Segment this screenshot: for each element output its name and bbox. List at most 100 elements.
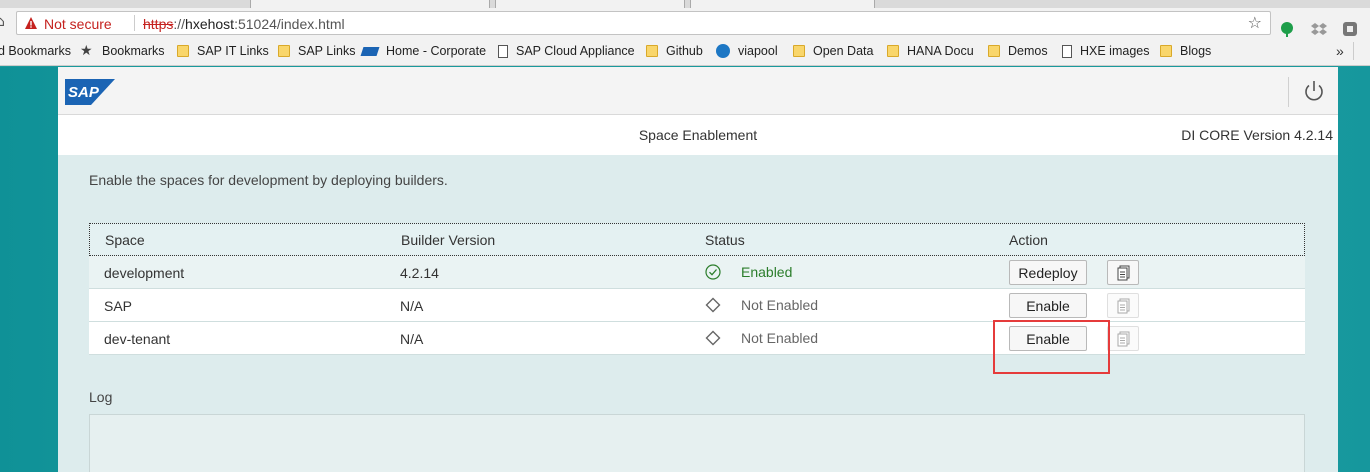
bookmark-label: Demos bbox=[1008, 44, 1048, 58]
space-name: development bbox=[104, 265, 185, 281]
highlight-annotation bbox=[993, 320, 1110, 374]
dropbox-icon[interactable] bbox=[1311, 21, 1327, 37]
bookmark-label: Blogs bbox=[1180, 44, 1212, 58]
bookmark-item[interactable]: Github bbox=[646, 44, 703, 58]
star-icon: ★ bbox=[80, 43, 93, 59]
bookmark-label: Github bbox=[666, 44, 703, 58]
document-icon bbox=[1117, 265, 1130, 281]
sap-logo-icon bbox=[360, 46, 380, 56]
bookmark-label: SAP Cloud Appliance bbox=[516, 44, 635, 58]
viapool-icon bbox=[716, 44, 730, 58]
column-header-action: Action bbox=[1009, 232, 1048, 248]
log-output[interactable] bbox=[89, 414, 1305, 472]
builder-version: 4.2.14 bbox=[400, 265, 439, 281]
table-row: development 4.2.14 Enabled Redeploy bbox=[89, 256, 1305, 289]
browser-tab[interactable] bbox=[690, 0, 875, 8]
bookmark-item[interactable]: SAP Links bbox=[278, 44, 355, 58]
bookmark-label: Open Data bbox=[813, 44, 874, 58]
diamond-icon bbox=[705, 297, 721, 313]
warning-icon bbox=[25, 17, 37, 29]
copy-log-button[interactable] bbox=[1107, 293, 1139, 318]
app-container: SAP Space Enablement DI CORE Version 4.2… bbox=[58, 67, 1338, 472]
security-status[interactable]: Not secure bbox=[44, 16, 112, 32]
builder-version: N/A bbox=[400, 331, 424, 347]
page-icon bbox=[1062, 44, 1072, 58]
folder-icon bbox=[988, 45, 1000, 57]
bookmark-label: Home - Corporate bbox=[386, 44, 487, 58]
bookmark-item[interactable]: Demos bbox=[988, 44, 1048, 58]
url-path: :51024/index.html bbox=[234, 16, 345, 32]
intro-text: Enable the spaces for development by dep… bbox=[89, 172, 448, 188]
bookmark-label: HANA Docu bbox=[907, 44, 974, 58]
bookmark-item[interactable]: Open Data bbox=[793, 44, 873, 58]
browser-tab[interactable] bbox=[495, 0, 685, 8]
folder-icon bbox=[177, 45, 189, 57]
page-title: Space Enablement bbox=[638, 127, 758, 143]
column-header-space: Space bbox=[105, 232, 145, 248]
folder-icon bbox=[793, 45, 805, 57]
bookmark-label: Bookmarks bbox=[102, 44, 165, 58]
sub-header: Space Enablement DI CORE Version 4.2.14 bbox=[58, 115, 1338, 155]
column-header-status: Status bbox=[705, 232, 745, 248]
bookmark-label: HXE images bbox=[1080, 44, 1150, 58]
home-icon[interactable]: ⌂ bbox=[0, 14, 5, 30]
bookmark-item[interactable]: Home - Corporate bbox=[360, 44, 487, 58]
sap-logo-text: SAP bbox=[68, 84, 100, 101]
omnibox-separator bbox=[134, 15, 135, 31]
space-name: dev-tenant bbox=[104, 331, 171, 347]
builder-version: N/A bbox=[400, 298, 424, 314]
copy-log-button[interactable] bbox=[1107, 260, 1139, 285]
status-text: Enabled bbox=[741, 264, 793, 280]
bookmarks-overflow-chevron[interactable]: » bbox=[1336, 43, 1344, 59]
enable-button[interactable]: Enable bbox=[1009, 293, 1087, 318]
folder-icon bbox=[278, 45, 290, 57]
url-host: hxehost bbox=[185, 16, 235, 32]
folder-icon bbox=[1160, 45, 1172, 57]
browser-tab[interactable] bbox=[250, 0, 490, 8]
shell-divider bbox=[1288, 77, 1289, 107]
bookmarks-bar: d Bookmarks ★ Bookmarks SAP IT Links SAP … bbox=[0, 38, 1370, 66]
bookmark-item[interactable]: Blogs bbox=[1160, 44, 1211, 58]
shell-bar: SAP bbox=[58, 67, 1338, 115]
diamond-icon bbox=[705, 330, 721, 346]
extension-green-icon[interactable] bbox=[1279, 21, 1295, 37]
version-label: DI CORE Version 4.2.14 bbox=[1181, 127, 1333, 143]
bookmark-star-icon[interactable]: ☆ bbox=[1248, 13, 1262, 32]
bookmark-item[interactable]: HXE images bbox=[1062, 44, 1149, 58]
bookmark-label: SAP Links bbox=[298, 44, 356, 58]
check-circle-icon bbox=[705, 264, 721, 280]
bookmark-item[interactable]: SAP Cloud Appliance bbox=[498, 44, 635, 58]
address-bar: ⌂ Not secure https://hxehost:51024/index… bbox=[0, 8, 1370, 38]
bookmark-item[interactable]: d Bookmarks bbox=[0, 44, 71, 58]
status-text: Not Enabled bbox=[741, 297, 819, 313]
document-icon bbox=[1117, 331, 1130, 347]
bookmark-label: SAP IT Links bbox=[197, 44, 269, 58]
bookmark-item[interactable]: SAP IT Links bbox=[177, 44, 269, 58]
table-header: Space Builder Version Status Action bbox=[89, 223, 1305, 256]
copy-log-button[interactable] bbox=[1107, 326, 1139, 351]
extension-square-icon[interactable] bbox=[1342, 21, 1358, 37]
folder-icon bbox=[887, 45, 899, 57]
document-icon bbox=[1117, 298, 1130, 314]
space-name: SAP bbox=[104, 298, 133, 314]
bookmarks-divider bbox=[1353, 42, 1354, 60]
bookmark-item[interactable]: HANA Docu bbox=[887, 44, 974, 58]
bookmark-item[interactable]: ★ Bookmarks bbox=[80, 44, 165, 58]
bookmark-label: d Bookmarks bbox=[0, 44, 71, 58]
table-row: SAP N/A Not Enabled Enable bbox=[89, 289, 1305, 322]
browser-tab-strip bbox=[0, 0, 1370, 8]
url-text[interactable]: https://hxehost:51024/index.html bbox=[143, 16, 345, 32]
table-row: dev-tenant N/A Not Enabled Enable bbox=[89, 322, 1305, 355]
redeploy-button[interactable]: Redeploy bbox=[1009, 260, 1087, 285]
column-header-builder-version: Builder Version bbox=[401, 232, 496, 248]
omnibox[interactable]: Not secure https://hxehost:51024/index.h… bbox=[16, 11, 1271, 35]
log-label: Log bbox=[89, 389, 113, 405]
spaces-table: Space Builder Version Status Action deve… bbox=[89, 223, 1305, 356]
sap-logo[interactable]: SAP bbox=[65, 79, 115, 105]
power-icon[interactable] bbox=[1302, 79, 1326, 103]
page-icon bbox=[498, 44, 508, 58]
status-text: Not Enabled bbox=[741, 330, 819, 346]
url-scheme: https bbox=[143, 16, 174, 32]
folder-icon bbox=[646, 45, 658, 57]
bookmark-item[interactable]: viapool bbox=[716, 44, 778, 58]
